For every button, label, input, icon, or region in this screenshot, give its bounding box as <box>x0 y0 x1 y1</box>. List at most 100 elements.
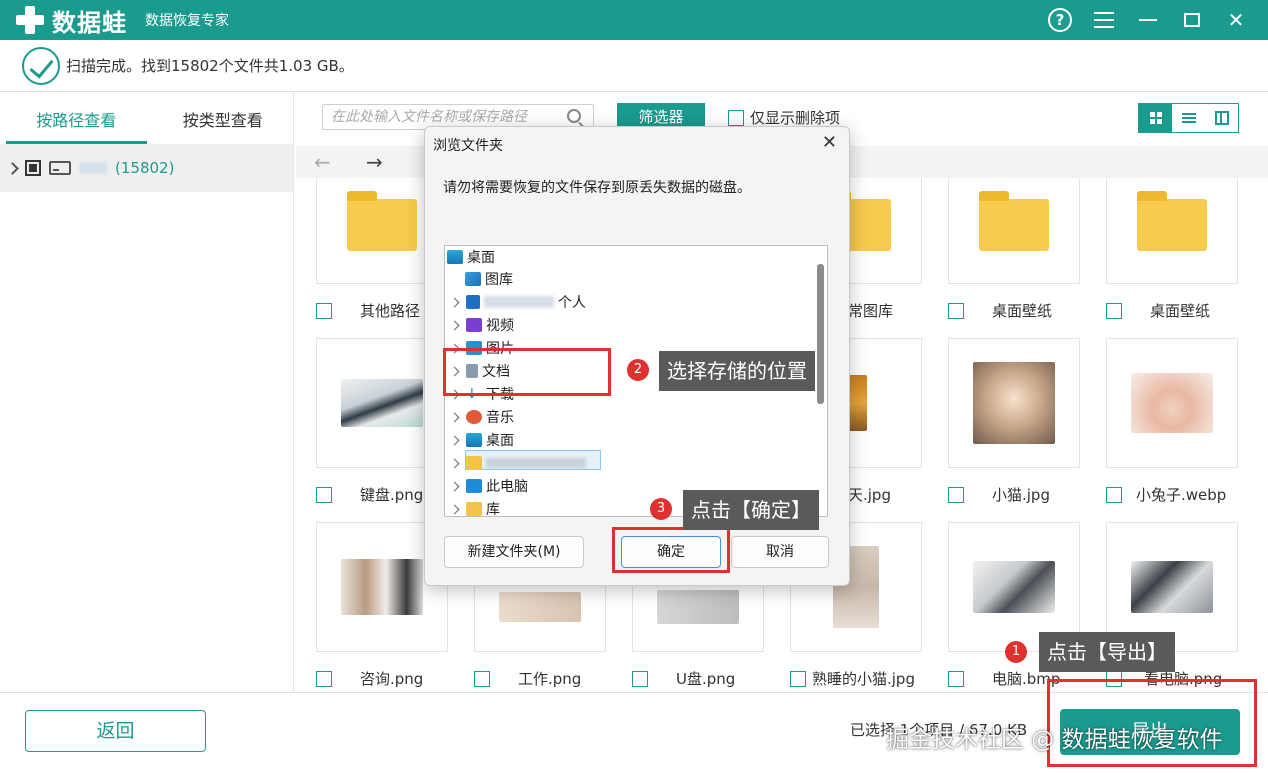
file-item-label[interactable]: 咨询.png <box>316 668 423 689</box>
tab-by-path[interactable]: 按路径查看 <box>6 92 147 144</box>
drive-tree-item[interactable]: (15802) <box>0 144 293 192</box>
kitten-thumbnail <box>973 362 1055 444</box>
chevron-right-icon[interactable] <box>449 435 460 445</box>
partial-checkbox[interactable] <box>25 160 41 176</box>
tree-item-blurred-folder[interactable] <box>449 452 586 474</box>
file-item-label[interactable]: 天.jpg <box>848 484 891 505</box>
step-2-callout: 选择存储的位置 <box>659 351 815 391</box>
logo-cross-icon <box>14 4 46 36</box>
only-deleted-toggle[interactable]: 仅显示删除项 <box>728 107 840 128</box>
new-folder-button[interactable]: 新建文件夹(M) <box>444 536 584 568</box>
file-tile[interactable] <box>948 338 1080 468</box>
dialog-title: 浏览文件夹 <box>433 138 503 154</box>
work-thumbnail <box>499 592 581 622</box>
chevron-right-icon[interactable] <box>449 458 460 468</box>
file-item-label[interactable]: 桌面壁纸 <box>948 300 1052 321</box>
step-3-badge: 3 <box>650 498 672 520</box>
step-2-badge: 2 <box>627 359 649 381</box>
back-arrow-icon[interactable]: ← <box>314 150 331 174</box>
tree-item-videos[interactable]: 视频 <box>449 314 514 336</box>
only-deleted-checkbox[interactable] <box>728 109 744 126</box>
file-checkbox[interactable] <box>948 302 964 319</box>
file-item-label[interactable]: 熟睡的小猫.jpg <box>790 668 915 689</box>
file-item-label[interactable]: 工作.png <box>474 668 581 689</box>
detail-view-button[interactable] <box>1205 104 1238 132</box>
chevron-right-icon[interactable] <box>449 481 460 491</box>
cloud-icon <box>466 295 480 309</box>
file-item-label[interactable]: 其他路径 <box>316 300 420 321</box>
file-checkbox[interactable] <box>632 670 648 687</box>
watermark: 掘金技术社区 @ 数据蛙恢复软件 <box>886 727 1223 753</box>
help-icon[interactable]: ? <box>1048 8 1072 32</box>
app-subtitle: 数据恢复专家 <box>145 13 229 29</box>
step-1-badge: 1 <box>1005 641 1027 663</box>
tree-item-library[interactable]: 库 <box>449 498 500 516</box>
consulting-thumbnail <box>341 559 423 615</box>
file-tile[interactable] <box>1106 338 1238 468</box>
chevron-right-icon[interactable] <box>449 412 460 422</box>
file-checkbox[interactable] <box>1106 302 1122 319</box>
dialog-close-icon[interactable]: ✕ <box>822 132 837 153</box>
minimize-icon[interactable] <box>1136 8 1160 32</box>
file-tile[interactable] <box>948 178 1080 284</box>
back-button[interactable]: 返回 <box>25 710 206 752</box>
file-checkbox[interactable] <box>316 670 332 687</box>
file-tile[interactable] <box>1106 178 1238 284</box>
tree-scrollbar[interactable] <box>817 264 824 404</box>
logo-text: 数据蛙 <box>52 8 127 37</box>
file-checkbox[interactable] <box>316 486 332 503</box>
close-icon[interactable]: ✕ <box>1224 8 1248 32</box>
drive-file-count: (15802) <box>115 159 175 177</box>
search-input[interactable] <box>331 109 561 125</box>
chevron-right-icon[interactable] <box>449 320 460 330</box>
computer-icon <box>466 479 482 493</box>
tree-item-personal[interactable]: 个人 <box>449 291 586 313</box>
left-panel: 按路径查看 按类型查看 (15802) <box>0 92 294 692</box>
chevron-right-icon[interactable] <box>449 297 460 307</box>
grid-view-button[interactable] <box>1139 104 1172 132</box>
grid-icon <box>1149 112 1162 124</box>
scan-status-text: 扫描完成。找到15802个文件共1.03 GB。 <box>66 57 354 75</box>
forward-arrow-icon[interactable]: → <box>366 150 383 174</box>
step-1-callout: 点击【导出】 <box>1039 632 1175 672</box>
scan-status-bar: 扫描完成。找到15802个文件共1.03 GB。 <box>0 40 1268 92</box>
list-view-button[interactable] <box>1172 104 1205 132</box>
file-checkbox[interactable] <box>474 670 490 687</box>
folder-icon <box>1137 191 1207 251</box>
file-item-label[interactable]: 常图库 <box>848 300 893 321</box>
file-item-label[interactable]: 小猫.jpg <box>948 484 1050 505</box>
menu-icon[interactable] <box>1092 8 1116 32</box>
tab-by-type[interactable]: 按类型查看 <box>153 92 294 144</box>
tree-item-music[interactable]: 音乐 <box>449 406 514 428</box>
file-item-label[interactable]: 键盘.png <box>316 484 423 505</box>
ok-highlight-box <box>612 527 730 573</box>
tree-item-gallery[interactable]: 图库 <box>465 268 513 290</box>
tree-item-this-pc[interactable]: 此电脑 <box>449 475 528 497</box>
music-icon <box>466 410 482 424</box>
file-checkbox[interactable] <box>316 302 332 319</box>
list-icon <box>1181 113 1196 123</box>
file-item-label[interactable]: 小兔子.webp <box>1106 484 1226 505</box>
tree-item-desktop-root[interactable]: 桌面 <box>447 246 495 268</box>
dialog-message: 请勿将需要恢复的文件保存到原丢失数据的磁盘。 <box>443 180 751 196</box>
gallery-icon <box>465 272 481 286</box>
file-checkbox[interactable] <box>790 670 806 687</box>
search-icon[interactable] <box>567 109 581 123</box>
chevron-right-icon[interactable] <box>6 161 19 175</box>
file-item-label[interactable]: 桌面壁纸 <box>1106 300 1210 321</box>
file-checkbox[interactable] <box>948 670 964 687</box>
maximize-icon[interactable] <box>1180 8 1204 32</box>
step-3-callout: 点击【确定】 <box>683 490 819 530</box>
file-item-label[interactable]: U盘.png <box>632 668 735 689</box>
folder-icon <box>466 456 482 470</box>
laptop-thumbnail <box>973 561 1055 613</box>
cancel-button[interactable]: 取消 <box>731 536 829 568</box>
blurred-name <box>486 458 586 468</box>
file-checkbox[interactable] <box>1106 486 1122 503</box>
file-checkbox[interactable] <box>948 486 964 503</box>
columns-icon <box>1214 111 1229 125</box>
tree-item-desktop[interactable]: 桌面 <box>449 429 514 451</box>
chevron-right-icon[interactable] <box>449 504 460 514</box>
library-icon <box>466 502 482 516</box>
bunny-thumbnail <box>1131 373 1213 433</box>
